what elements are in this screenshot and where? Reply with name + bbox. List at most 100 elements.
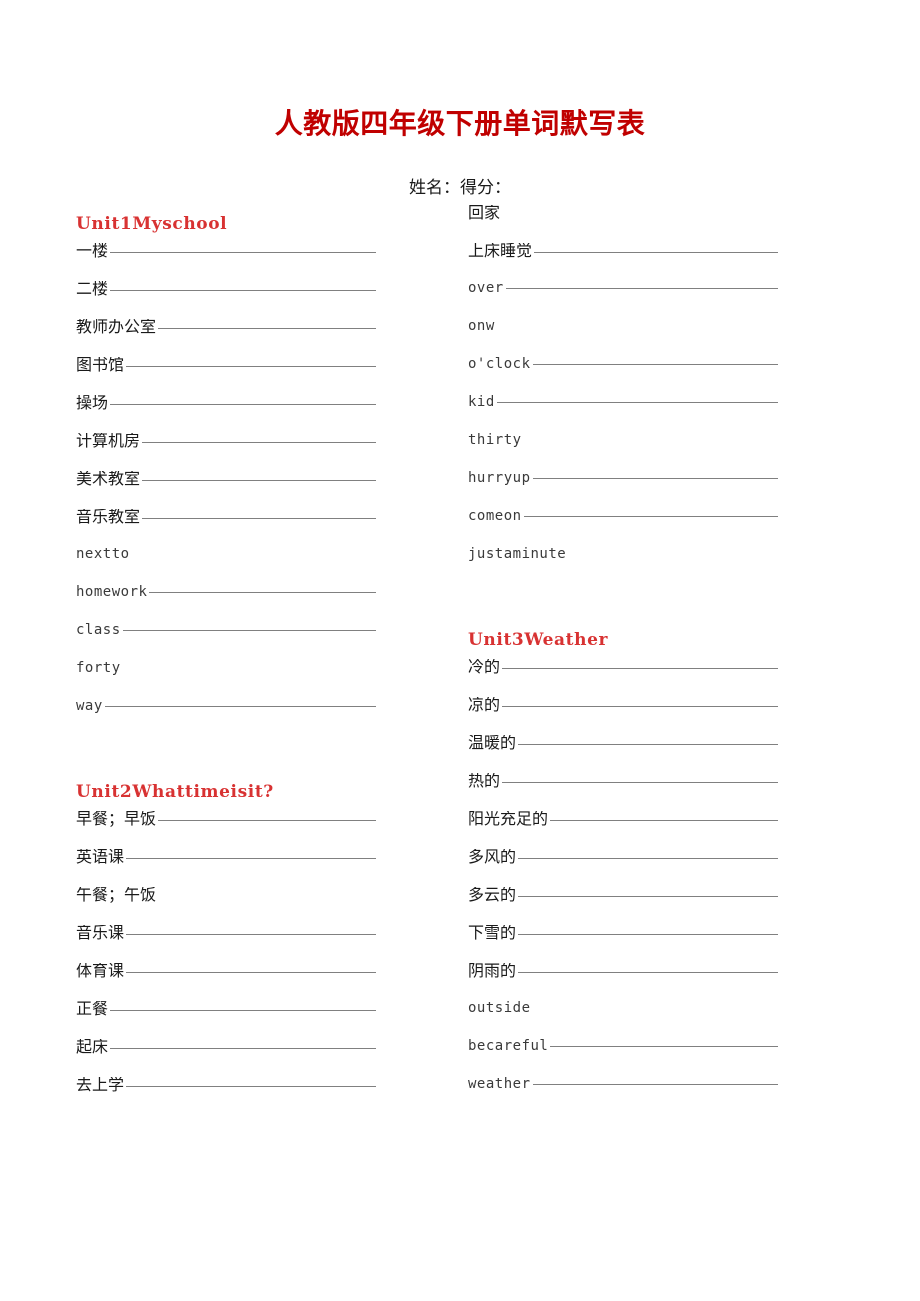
answer-blank-line[interactable] xyxy=(110,252,376,253)
answer-blank-line[interactable] xyxy=(518,858,778,859)
answer-blank-line[interactable] xyxy=(550,820,778,821)
answer-blank-line[interactable] xyxy=(532,364,778,365)
answer-blank-line[interactable] xyxy=(518,744,778,745)
name-and-score-line: 姓名：得分： xyxy=(409,178,511,198)
vocab-row: 二楼 xyxy=(76,281,376,319)
vocab-row: outside xyxy=(468,1001,778,1039)
answer-blank-line[interactable] xyxy=(149,592,376,593)
vocab-prompt-label: 图书馆 xyxy=(76,357,125,374)
vocab-prompt-label: 去上学 xyxy=(76,1077,125,1094)
answer-blank-line[interactable] xyxy=(158,328,376,329)
vocab-row: comeon xyxy=(468,509,778,547)
vocab-row: 音乐教室 xyxy=(76,509,376,547)
vocab-row: 上床睡觉 xyxy=(468,243,778,281)
vocab-prompt-label: 热的 xyxy=(468,773,501,790)
vocab-prompt-label: 多风的 xyxy=(468,849,517,866)
answer-blank-line[interactable] xyxy=(523,516,778,517)
vocab-row: justaminute xyxy=(468,547,778,585)
vocab-row: 体育课 xyxy=(76,963,376,1001)
answer-blank-line[interactable] xyxy=(126,934,376,935)
vocab-prompt-label: 音乐教室 xyxy=(76,509,141,526)
vocab-prompt-label: hurryup xyxy=(468,471,531,486)
vocab-row: 凉的 xyxy=(468,697,778,735)
vocab-prompt-label: weather xyxy=(468,1077,531,1092)
vocab-row: 起床 xyxy=(76,1039,376,1077)
answer-blank-line[interactable] xyxy=(518,972,778,973)
vocab-row: 正餐 xyxy=(76,1001,376,1039)
answer-blank-line[interactable] xyxy=(126,366,376,367)
vocab-prompt-label: class xyxy=(76,623,121,638)
vocab-prompt-label: 美术教室 xyxy=(76,471,141,488)
vocab-row: becareful xyxy=(468,1039,778,1077)
answer-blank-line[interactable] xyxy=(110,1010,376,1011)
vocab-prompt-label: 阳光充足的 xyxy=(468,811,549,828)
vocab-row: homework xyxy=(76,585,376,623)
vocab-prompt-label: 凉的 xyxy=(468,697,501,714)
answer-blank-line[interactable] xyxy=(126,972,376,973)
vocab-row: 温暖的 xyxy=(468,735,778,773)
vocab-row: 图书馆 xyxy=(76,357,376,395)
answer-blank-line[interactable] xyxy=(496,402,778,403)
answer-blank-line[interactable] xyxy=(518,934,778,935)
vocab-row: 热的 xyxy=(468,773,778,811)
vocab-row: 多云的 xyxy=(468,887,778,925)
unit-heading: Unit2Whattimeisit? xyxy=(76,781,274,802)
vocab-prompt-label: 二楼 xyxy=(76,281,109,298)
vocab-row: weather xyxy=(468,1077,778,1115)
vocab-row: 下雪的 xyxy=(468,925,778,963)
answer-blank-line[interactable] xyxy=(534,252,778,253)
vocab-prompt-label: 温暖的 xyxy=(468,735,517,752)
vocab-row: 阴雨的 xyxy=(468,963,778,1001)
vocab-prompt-label: 英语课 xyxy=(76,849,125,866)
vocab-prompt-label: 下雪的 xyxy=(468,925,517,942)
answer-blank-line[interactable] xyxy=(126,1086,376,1087)
answer-blank-line[interactable] xyxy=(502,782,778,783)
vocab-prompt-label: justaminute xyxy=(468,547,567,562)
vocab-prompt-label: kid xyxy=(468,395,495,410)
vocab-prompt-label: 午餐；午饭 xyxy=(76,887,157,904)
vocab-prompt-label: way xyxy=(76,699,103,714)
vocab-prompt-label: 正餐 xyxy=(76,1001,109,1018)
vocab-prompt-label: nextto xyxy=(76,547,130,562)
vocab-prompt-label: 上床睡觉 xyxy=(468,243,533,260)
answer-blank-line[interactable] xyxy=(505,288,778,289)
left-column: Unit1Myschool 一楼 二楼 教师办公室 图书馆 操场 计算机房 美术教室 音乐教室 n… xyxy=(76,205,376,1115)
answer-blank-line[interactable] xyxy=(142,442,376,443)
page-title: 人教版四年级下册单词默写表 xyxy=(274,107,646,140)
answer-blank-line[interactable] xyxy=(502,706,778,707)
worksheet-page: 人教版四年级下册单词默写表 姓名：得分： Unit1Myschool 一楼 二楼 教师… xyxy=(0,0,920,1301)
answer-blank-line[interactable] xyxy=(142,480,376,481)
answer-blank-line[interactable] xyxy=(502,668,778,669)
vocab-row: way xyxy=(76,699,376,737)
answer-blank-line[interactable] xyxy=(110,290,376,291)
answer-blank-line[interactable] xyxy=(110,404,376,405)
answer-blank-line[interactable] xyxy=(518,896,778,897)
vocab-row: 回家 xyxy=(468,205,778,243)
answer-blank-line[interactable] xyxy=(550,1046,778,1047)
vocab-prompt-label: thirty xyxy=(468,433,522,448)
vocab-row: 阳光充足的 xyxy=(468,811,778,849)
vocab-row: 美术教室 xyxy=(76,471,376,509)
vocab-row: o'clock xyxy=(468,357,778,395)
answer-blank-line[interactable] xyxy=(158,820,376,821)
vocab-row: 去上学 xyxy=(76,1077,376,1115)
answer-blank-line[interactable] xyxy=(532,478,778,479)
answer-blank-line[interactable] xyxy=(122,630,376,631)
answer-blank-line[interactable] xyxy=(532,1084,778,1085)
answer-blank-line[interactable] xyxy=(110,1048,376,1049)
vocab-row: 教师办公室 xyxy=(76,319,376,357)
answer-blank-line[interactable] xyxy=(126,858,376,859)
vocab-prompt-label: onw xyxy=(468,319,495,334)
vocab-prompt-label: 多云的 xyxy=(468,887,517,904)
vocab-row: class xyxy=(76,623,376,661)
vocab-prompt-label: forty xyxy=(76,661,121,676)
vocab-prompt-label: 音乐课 xyxy=(76,925,125,942)
unit-heading: Unit1Myschool xyxy=(76,213,228,234)
vocab-row: 午餐；午饭 xyxy=(76,887,376,925)
vocab-prompt-label: 教师办公室 xyxy=(76,319,157,336)
right-column: 回家 上床睡觉 over onw o'clock kid thirty hurryup come… xyxy=(468,205,778,1115)
vocab-prompt-label: o'clock xyxy=(468,357,531,372)
answer-blank-line[interactable] xyxy=(142,518,376,519)
answer-blank-line[interactable] xyxy=(104,706,376,707)
vocab-row: 多风的 xyxy=(468,849,778,887)
